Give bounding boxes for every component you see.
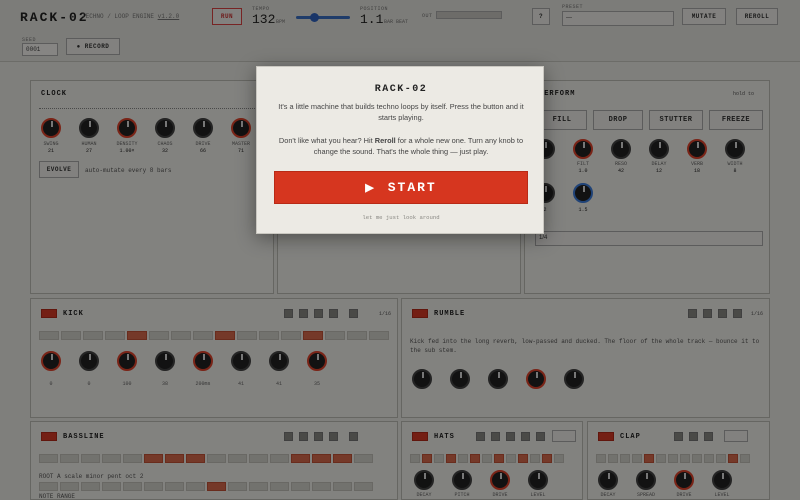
welcome-modal: RACK-02 It's a little machine that build… bbox=[256, 66, 544, 234]
start-button-label: START bbox=[387, 180, 437, 195]
start-button[interactable]: ▶ START bbox=[274, 171, 528, 204]
modal-help-text: Don't like what you hear? Hit Reroll for… bbox=[278, 136, 524, 156]
play-icon: ▶ bbox=[365, 182, 376, 195]
modal-title: RACK-02 bbox=[374, 84, 428, 95]
skip-link[interactable]: let me just look around bbox=[257, 214, 545, 221]
reroll-mention: Reroll bbox=[374, 136, 396, 145]
modal-intro-text: It's a little machine that builds techno… bbox=[278, 102, 524, 122]
